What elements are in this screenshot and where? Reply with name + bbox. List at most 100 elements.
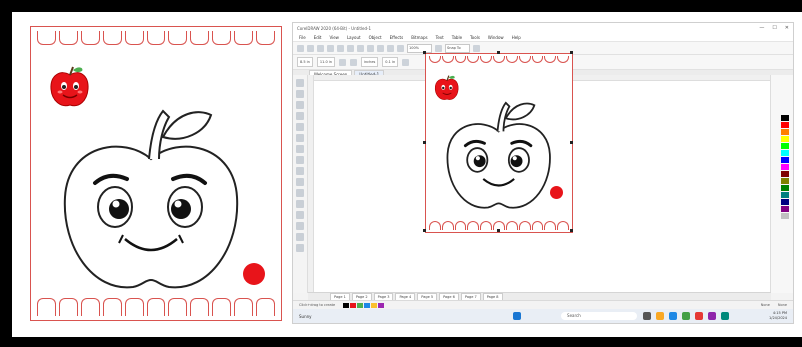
file-explorer-icon[interactable] bbox=[656, 312, 665, 320]
redo-icon[interactable] bbox=[377, 44, 384, 52]
rectangle-tool-icon[interactable] bbox=[296, 145, 304, 153]
swatch-magenta[interactable] bbox=[781, 164, 789, 170]
app-icon[interactable] bbox=[695, 312, 704, 320]
doc-swatch[interactable] bbox=[378, 302, 385, 308]
swatch-darkgreen[interactable] bbox=[781, 185, 789, 191]
crop-tool-icon[interactable] bbox=[296, 101, 304, 109]
page-width-field[interactable]: 8.5 in bbox=[297, 57, 313, 67]
doc-apple-outline-drawing bbox=[446, 101, 551, 209]
ellipse-tool-icon[interactable] bbox=[296, 156, 304, 164]
polygon-tool-icon[interactable] bbox=[296, 167, 304, 175]
toolbox bbox=[293, 75, 308, 293]
parallel-dimension-icon[interactable] bbox=[296, 189, 304, 197]
chrome-icon[interactable] bbox=[682, 312, 691, 320]
eyedropper-icon[interactable] bbox=[296, 233, 304, 241]
task-view-icon[interactable] bbox=[643, 312, 652, 320]
minimize-button[interactable]: — bbox=[759, 25, 764, 31]
swatch-blue[interactable] bbox=[781, 157, 789, 163]
selection-handle-br[interactable] bbox=[570, 229, 573, 232]
clock[interactable]: 4:15 PM 1/24/2024 bbox=[769, 311, 787, 321]
artistic-media-icon[interactable] bbox=[296, 134, 304, 142]
swatch-maroon[interactable] bbox=[781, 171, 789, 177]
menu-object[interactable]: Object bbox=[369, 35, 382, 40]
selection-handle-bc[interactable] bbox=[497, 229, 500, 232]
snap-to-select[interactable]: Snap To bbox=[445, 43, 470, 53]
maximize-button[interactable]: ☐ bbox=[772, 25, 776, 31]
swatch-purple[interactable] bbox=[781, 206, 789, 212]
menu-edit[interactable]: Edit bbox=[314, 35, 322, 40]
open-icon[interactable] bbox=[307, 44, 314, 52]
swatch-cyan[interactable] bbox=[781, 150, 789, 156]
swatch-red[interactable] bbox=[781, 122, 789, 128]
outline-indicator[interactable]: None bbox=[778, 303, 787, 307]
doc-swatch[interactable] bbox=[371, 302, 378, 308]
doc-swatch[interactable] bbox=[357, 302, 364, 308]
interactive-fill-icon[interactable] bbox=[296, 244, 304, 252]
plus-icon[interactable] bbox=[402, 58, 410, 66]
menu-window[interactable]: Window bbox=[488, 35, 504, 40]
portrait-icon[interactable] bbox=[338, 58, 346, 66]
swatch-teal[interactable] bbox=[781, 192, 789, 198]
doc-swatch[interactable] bbox=[343, 302, 350, 308]
zoom-tool-icon[interactable] bbox=[296, 112, 304, 120]
new-icon[interactable] bbox=[297, 44, 304, 52]
swatch-black[interactable] bbox=[781, 115, 789, 121]
menu-view[interactable]: View bbox=[329, 35, 339, 40]
zoom-select[interactable]: 100% bbox=[407, 43, 432, 53]
paste-icon[interactable] bbox=[357, 44, 364, 52]
print-icon[interactable] bbox=[327, 44, 334, 52]
pick-tool-icon[interactable] bbox=[296, 79, 304, 87]
doc-swatch[interactable] bbox=[364, 302, 371, 308]
connector-tool-icon[interactable] bbox=[296, 200, 304, 208]
swatch-olive[interactable] bbox=[781, 178, 789, 184]
freehand-tool-icon[interactable] bbox=[296, 123, 304, 131]
selection-handle-bl[interactable] bbox=[423, 229, 426, 232]
start-icon[interactable] bbox=[513, 312, 522, 320]
selection-handle-ml[interactable] bbox=[423, 141, 426, 144]
status-hint: Click+drag to create bbox=[299, 303, 336, 307]
selection-handle-tr[interactable] bbox=[570, 51, 573, 54]
save-icon[interactable] bbox=[317, 44, 324, 52]
close-button[interactable]: ✕ bbox=[785, 25, 789, 31]
options-gear-icon[interactable] bbox=[473, 44, 480, 52]
import-icon[interactable] bbox=[387, 44, 394, 52]
cut-icon[interactable] bbox=[337, 44, 344, 52]
nudge-field[interactable]: 0.1 in bbox=[382, 57, 399, 67]
drop-shadow-icon[interactable] bbox=[296, 211, 304, 219]
title-bar: CorelDRAW 2020 (64-Bit) - Untitled-1 — ☐… bbox=[293, 23, 793, 33]
app-icon[interactable] bbox=[708, 312, 717, 320]
landscape-icon[interactable] bbox=[349, 58, 357, 66]
menu-help[interactable]: Help bbox=[512, 35, 521, 40]
menu-table[interactable]: Table bbox=[452, 35, 462, 40]
undo-icon[interactable] bbox=[367, 44, 374, 52]
document-page[interactable] bbox=[425, 53, 573, 233]
menu-text[interactable]: Text bbox=[436, 35, 444, 40]
menu-layout[interactable]: Layout bbox=[347, 35, 361, 40]
swatch-green[interactable] bbox=[781, 143, 789, 149]
doc-swatch[interactable] bbox=[350, 302, 357, 308]
page-height-field[interactable]: 11.0 in bbox=[316, 57, 335, 67]
text-tool-icon[interactable] bbox=[296, 178, 304, 186]
edge-icon[interactable] bbox=[669, 312, 678, 320]
export-icon[interactable] bbox=[397, 44, 404, 52]
swatch-orange[interactable] bbox=[781, 129, 789, 135]
menu-bitmaps[interactable]: Bitmaps bbox=[411, 35, 427, 40]
swatch-silver[interactable] bbox=[781, 213, 789, 219]
shape-tool-icon[interactable] bbox=[296, 90, 304, 98]
fullscreen-icon[interactable] bbox=[435, 44, 442, 52]
units-select[interactable]: inches bbox=[360, 57, 379, 67]
copy-icon[interactable] bbox=[347, 44, 354, 52]
selection-handle-mr[interactable] bbox=[570, 141, 573, 144]
taskbar-search[interactable]: Search bbox=[561, 312, 638, 320]
weather-widget[interactable]: Sunny bbox=[299, 314, 513, 319]
swatch-navy[interactable] bbox=[781, 199, 789, 205]
transparency-icon[interactable] bbox=[296, 222, 304, 230]
swatch-yellow[interactable] bbox=[781, 136, 789, 142]
selection-handle-tl[interactable] bbox=[423, 51, 426, 54]
coreldraw-icon[interactable] bbox=[721, 312, 730, 320]
selection-handle-tc[interactable] bbox=[497, 51, 500, 54]
menu-file[interactable]: File bbox=[299, 35, 306, 40]
fill-indicator[interactable]: None bbox=[761, 303, 770, 307]
menu-effects[interactable]: Effects bbox=[390, 35, 404, 40]
menu-tools[interactable]: Tools bbox=[470, 35, 480, 40]
